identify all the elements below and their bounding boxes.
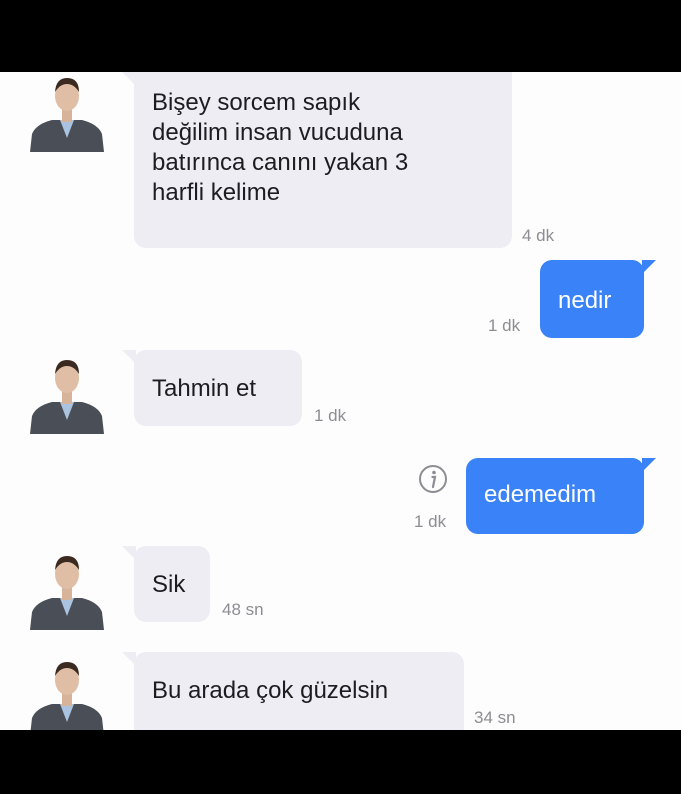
avatar-person-icon xyxy=(22,354,112,434)
message-line: Bişey sorcem sapık xyxy=(152,89,361,116)
outgoing-message-bubble[interactable]: nedir xyxy=(540,260,656,338)
incoming-message-bubble[interactable]: Bu arada çok güzelsin xyxy=(122,652,464,730)
message-timestamp: 48 sn xyxy=(222,600,264,619)
message-text: Tahmin et xyxy=(152,375,257,402)
message-text: edemedim xyxy=(484,481,597,508)
avatar[interactable] xyxy=(22,72,112,152)
incoming-message-bubble[interactable]: Tahmin et xyxy=(122,350,302,426)
message-timestamp: 4 dk xyxy=(522,226,555,245)
avatar[interactable] xyxy=(22,656,112,730)
message-timestamp: 1 dk xyxy=(488,316,521,335)
incoming-message-bubble[interactable]: Sik xyxy=(122,546,210,622)
message-text: nedir xyxy=(558,287,612,314)
avatar-person-icon xyxy=(22,550,112,630)
outgoing-message-bubble[interactable]: edemedim xyxy=(466,458,656,534)
message-text: Sik xyxy=(152,571,186,598)
chat-thread[interactable]: Bişey sorcem sapık değilim insan vucudun… xyxy=(0,72,681,730)
avatar-person-icon xyxy=(22,656,112,730)
avatar[interactable] xyxy=(22,354,112,434)
message-line: değilim insan vucuduna xyxy=(152,119,403,146)
message-text: Bu arada çok güzelsin xyxy=(152,677,389,704)
avatar[interactable] xyxy=(22,550,112,630)
avatar-person-icon xyxy=(22,72,112,152)
incoming-message-bubble[interactable]: Bişey sorcem sapık değilim insan vucudun… xyxy=(122,72,512,248)
bottom-letterbox xyxy=(0,730,681,794)
message-timestamp: 1 dk xyxy=(314,406,347,425)
top-letterbox xyxy=(0,0,681,72)
message-line: batırınca canını yakan 3 xyxy=(152,149,409,176)
message-timestamp: 34 sn xyxy=(474,708,516,727)
info-icon[interactable] xyxy=(418,464,448,494)
message-line: harfli kelime xyxy=(152,179,281,206)
message-timestamp: 1 dk xyxy=(414,512,447,531)
